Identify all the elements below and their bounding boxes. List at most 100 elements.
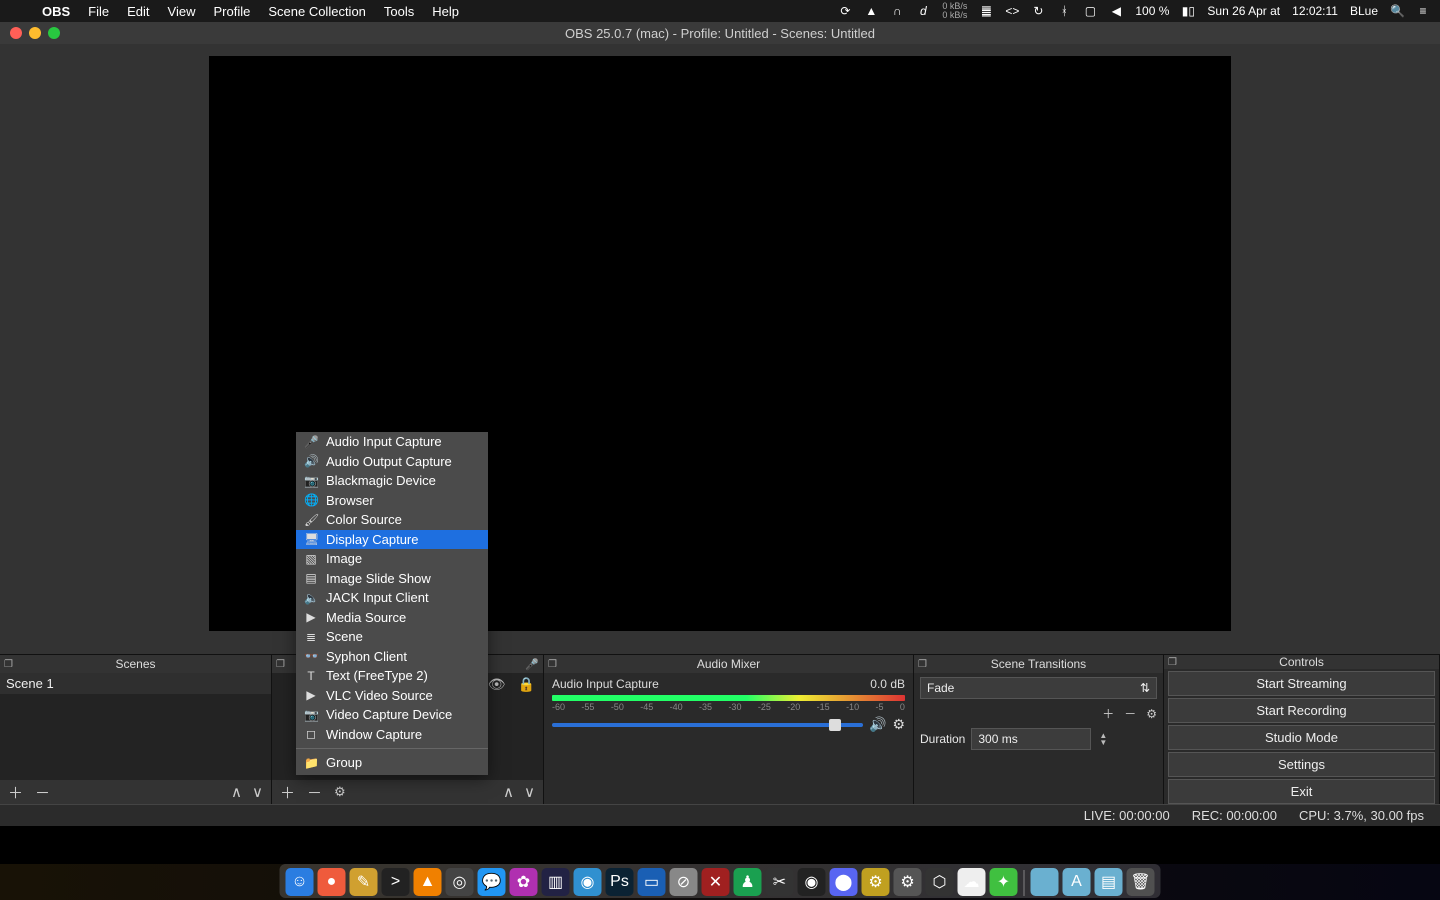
- menu-profile[interactable]: Profile: [213, 4, 250, 19]
- volume-icon[interactable]: ◀: [1109, 4, 1123, 18]
- mixer-settings-icon[interactable]: ⚙: [892, 716, 905, 733]
- dock-app-icon[interactable]: ✦: [990, 868, 1018, 896]
- scene-up-button[interactable]: ∧: [231, 783, 242, 801]
- timemachine-icon[interactable]: ↻: [1031, 4, 1045, 18]
- menu-file[interactable]: File: [88, 4, 109, 19]
- dock-app-icon[interactable]: ✎: [350, 868, 378, 896]
- source-down-button[interactable]: ∨: [524, 783, 535, 801]
- dock-app-icon[interactable]: ✂: [766, 868, 794, 896]
- source-menu-item[interactable]: ▶Media Source: [296, 608, 488, 628]
- battery-icon[interactable]: ▮▯: [1181, 4, 1195, 18]
- source-up-button[interactable]: ∧: [503, 783, 514, 801]
- source-menu-item[interactable]: TText (FreeType 2): [296, 666, 488, 686]
- bluetooth-icon[interactable]: ᚼ: [1057, 4, 1071, 18]
- source-menu-item[interactable]: 🌐Browser: [296, 491, 488, 511]
- dock-app-icon[interactable]: ⬤: [830, 868, 858, 896]
- dock-app-icon[interactable]: ▥: [542, 868, 570, 896]
- source-menu-group[interactable]: 📁Group: [296, 753, 488, 773]
- source-menu-item[interactable]: 🎤Audio Input Capture: [296, 432, 488, 452]
- source-menu-item[interactable]: 🖌Color Source: [296, 510, 488, 530]
- dock-app-icon[interactable]: ▤: [1095, 868, 1123, 896]
- menubar-time[interactable]: 12:02:11: [1292, 4, 1338, 18]
- visibility-icon[interactable]: 👁: [488, 676, 506, 693]
- volume-slider[interactable]: [552, 723, 863, 727]
- scene-row[interactable]: Scene 1: [0, 673, 271, 694]
- transition-settings-button[interactable]: ⚙: [1146, 707, 1157, 721]
- studio-mode-button[interactable]: Studio Mode: [1168, 725, 1435, 750]
- duration-stepper[interactable]: ▲▼: [1099, 732, 1107, 746]
- transition-select[interactable]: Fade⇅: [920, 677, 1157, 699]
- slider-tray-icon[interactable]: ䷀: [979, 4, 993, 18]
- source-remove-button[interactable]: －: [307, 782, 322, 803]
- menu-scene-collection[interactable]: Scene Collection: [268, 4, 366, 19]
- dock-app-icon[interactable]: ◉: [574, 868, 602, 896]
- dock-app-icon[interactable]: ▭: [638, 868, 666, 896]
- source-menu-item[interactable]: 📷Blackmagic Device: [296, 471, 488, 491]
- code-tray-icon[interactable]: <>: [1005, 4, 1019, 18]
- dock-app-icon[interactable]: ☁: [958, 868, 986, 896]
- popout-icon[interactable]: ❐: [1168, 657, 1177, 668]
- menu-edit[interactable]: Edit: [127, 4, 149, 19]
- dock-app-icon[interactable]: ✿: [510, 868, 538, 896]
- menu-app[interactable]: OBS: [42, 4, 70, 19]
- menu-tools[interactable]: Tools: [384, 4, 414, 19]
- source-menu-item[interactable]: 🔊Audio Output Capture: [296, 452, 488, 472]
- spotlight-icon[interactable]: 🔍: [1390, 4, 1404, 18]
- dock-app-icon[interactable]: ◉: [798, 868, 826, 896]
- transition-add-button[interactable]: ＋: [1102, 705, 1114, 722]
- obs-tray-icon[interactable]: ⟳: [838, 4, 852, 18]
- vlc-tray-icon[interactable]: ▲: [864, 4, 878, 18]
- menu-list-icon[interactable]: ≡: [1416, 4, 1430, 18]
- dock-app-icon[interactable]: ▲: [414, 868, 442, 896]
- popout-icon[interactable]: ❐: [918, 659, 927, 670]
- source-menu-item[interactable]: ≣Scene: [296, 627, 488, 647]
- scene-remove-button[interactable]: －: [35, 782, 50, 803]
- dock-app-icon[interactable]: ⚙: [862, 868, 890, 896]
- dock-app-icon[interactable]: ⚙: [894, 868, 922, 896]
- dock-app-icon[interactable]: >: [382, 868, 410, 896]
- start-recording-button[interactable]: Start Recording: [1168, 698, 1435, 723]
- dock-app-icon[interactable]: ☺: [286, 868, 314, 896]
- source-menu-item[interactable]: 🔈JACK Input Client: [296, 588, 488, 608]
- source-settings-button[interactable]: ⚙: [334, 784, 346, 800]
- scene-add-button[interactable]: ＋: [8, 782, 23, 803]
- popout-icon[interactable]: ❐: [4, 659, 13, 670]
- duration-field[interactable]: 300 ms: [971, 728, 1091, 750]
- speaker-icon[interactable]: 🔊: [869, 716, 886, 733]
- exit-button[interactable]: Exit: [1168, 779, 1435, 804]
- source-menu-item[interactable]: ◻Window Capture: [296, 725, 488, 745]
- menu-view[interactable]: View: [168, 4, 196, 19]
- headphones-icon[interactable]: ∩: [890, 4, 904, 18]
- source-menu-item[interactable]: 🖥Display Capture: [296, 530, 488, 550]
- source-menu-item[interactable]: 📷Video Capture Device: [296, 705, 488, 725]
- dock-app-icon[interactable]: ✕: [702, 868, 730, 896]
- start-streaming-button[interactable]: Start Streaming: [1168, 671, 1435, 696]
- dock-app-icon[interactable]: 🗑: [1127, 868, 1155, 896]
- dock-app-icon[interactable]: A: [1063, 868, 1091, 896]
- source-menu-item[interactable]: ▤Image Slide Show: [296, 569, 488, 589]
- settings-button[interactable]: Settings: [1168, 752, 1435, 777]
- dock-app-icon[interactable]: ⬡: [926, 868, 954, 896]
- dock-app-icon[interactable]: ♟: [734, 868, 762, 896]
- battery-text[interactable]: 100 %: [1135, 4, 1169, 18]
- dock-app-icon[interactable]: ⊘: [670, 868, 698, 896]
- source-menu-item[interactable]: ▶VLC Video Source: [296, 686, 488, 706]
- dock-app-icon[interactable]: ●: [318, 868, 346, 896]
- network-stats[interactable]: 0 kB/s0 kB/s: [942, 2, 967, 20]
- source-menu-item[interactable]: ▧Image: [296, 549, 488, 569]
- scene-down-button[interactable]: ∨: [252, 783, 263, 801]
- source-menu-item[interactable]: 👓Syphon Client: [296, 647, 488, 667]
- dock-app-icon[interactable]: ◎: [446, 868, 474, 896]
- menu-help[interactable]: Help: [432, 4, 459, 19]
- dock-app-icon[interactable]: 💬: [478, 868, 506, 896]
- lock-icon[interactable]: 🔒: [518, 676, 535, 693]
- source-add-button[interactable]: ＋: [280, 782, 295, 803]
- menubar-user[interactable]: BLue: [1350, 4, 1378, 18]
- dock-app-icon[interactable]: Ps: [606, 868, 634, 896]
- dock-app-icon[interactable]: [1031, 868, 1059, 896]
- popout-icon[interactable]: ❐: [548, 659, 557, 670]
- d-tray-icon[interactable]: d: [916, 4, 930, 18]
- popout-icon[interactable]: ❐: [276, 659, 285, 670]
- transition-remove-button[interactable]: －: [1124, 705, 1136, 722]
- menubar-date[interactable]: Sun 26 Apr at: [1207, 4, 1280, 18]
